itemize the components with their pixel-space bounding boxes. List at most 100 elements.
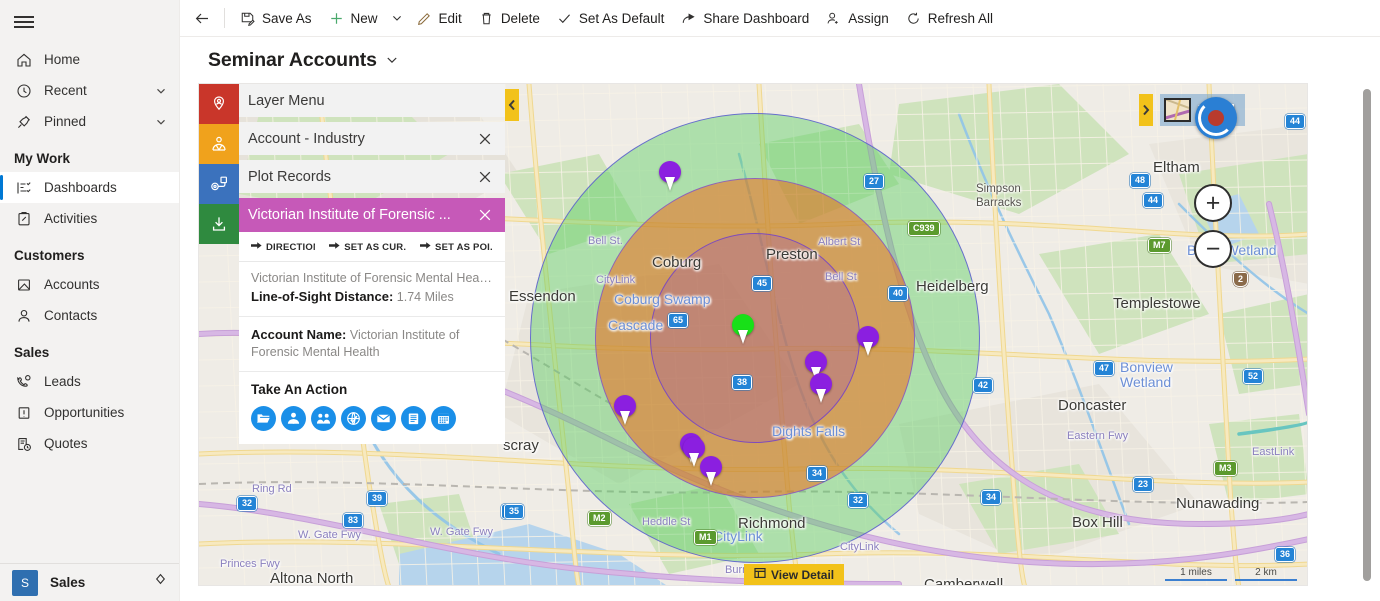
appointment-calendar-icon[interactable] xyxy=(431,406,456,431)
chevron-down-icon[interactable] xyxy=(153,83,169,99)
set-as-current-action[interactable]: SET AS CUR... xyxy=(329,241,406,253)
open-folder-icon[interactable] xyxy=(251,406,276,431)
sidebar-item-opportunities[interactable]: Opportunities xyxy=(0,397,179,428)
share-dashboard-button[interactable]: Share Dashboard xyxy=(672,2,817,34)
route-shield: M2 xyxy=(588,511,611,526)
sidebar-item-leads[interactable]: Leads xyxy=(0,366,179,397)
route-shield: C939 xyxy=(908,221,940,236)
download-tool-button[interactable] xyxy=(199,204,239,244)
hamburger-menu-button[interactable] xyxy=(0,0,179,44)
route-shield: 42 xyxy=(973,378,994,393)
zoom-out-button[interactable]: − xyxy=(1194,230,1232,268)
map-pin[interactable] xyxy=(857,326,879,356)
sidebar-item-home[interactable]: Home xyxy=(0,44,179,75)
route-shield: 52 xyxy=(1243,369,1264,384)
refresh-all-button[interactable]: Refresh All xyxy=(897,2,1001,34)
layer-item-label: Account - Industry xyxy=(248,130,365,147)
command-bar: Save As New Edit Delete Set As Default S… xyxy=(180,0,1380,37)
arrow-right-icon xyxy=(329,241,340,253)
compass-icon[interactable] xyxy=(1195,97,1237,139)
scale-km: 2 km xyxy=(1235,567,1297,581)
add-account-icon[interactable] xyxy=(311,406,336,431)
app-root: Home Recent Pinned My Work Dashboards Ac… xyxy=(0,0,1380,601)
sidebar-item-quotes[interactable]: Quotes xyxy=(0,428,179,459)
route-shield: 45 xyxy=(752,276,773,291)
layer-item-plot-records[interactable]: Plot Records xyxy=(239,160,505,193)
close-icon[interactable] xyxy=(475,167,495,187)
home-icon xyxy=(13,51,35,69)
scrollbar-thumb[interactable] xyxy=(1363,89,1371,581)
nav-group-my-work-title: My Work xyxy=(14,151,71,166)
route-tool-button[interactable] xyxy=(199,164,239,204)
map-scale-bar: 1 miles 2 km xyxy=(1165,567,1297,581)
layer-panel-collapse-button[interactable] xyxy=(505,89,519,121)
zoom-in-button[interactable]: + xyxy=(1194,184,1232,222)
map-pin[interactable] xyxy=(659,161,681,191)
delete-button[interactable]: Delete xyxy=(470,2,548,34)
line-of-sight-distance-value: 1.74 Miles xyxy=(396,290,454,304)
pin-drop-tool-button[interactable] xyxy=(199,84,239,124)
set-as-default-button[interactable]: Set As Default xyxy=(548,2,673,34)
sidebar-item-pinned[interactable]: Pinned xyxy=(0,106,179,137)
dashboard-vertical-scrollbar[interactable] xyxy=(1363,89,1371,581)
layer-item-account-industry[interactable]: Account - Industry xyxy=(239,122,505,155)
edit-label: Edit xyxy=(438,10,462,26)
new-label: New xyxy=(350,10,378,26)
map-pin[interactable] xyxy=(732,314,754,344)
main-content: Save As New Edit Delete Set As Default S… xyxy=(180,0,1380,601)
view-detail-label: View Detail xyxy=(771,567,835,582)
opportunity-globe-icon[interactable] xyxy=(341,406,366,431)
app-switcher[interactable]: S Sales xyxy=(0,563,179,601)
bing-map[interactable]: ElthamSimpsonBarracksBob's WetlandTemple… xyxy=(199,84,1307,585)
route-shield: 32 xyxy=(237,496,258,511)
quotes-icon xyxy=(13,435,35,453)
assign-button[interactable]: Assign xyxy=(817,2,897,34)
set-as-point-action-label: SET AS POI... xyxy=(435,241,493,253)
route-shield: 36 xyxy=(1275,547,1296,562)
map-panel-expand-button[interactable] xyxy=(1139,94,1153,126)
pin-icon xyxy=(13,113,35,131)
sidebar-item-label: Activities xyxy=(44,211,98,226)
pin-tail xyxy=(738,330,748,344)
close-icon[interactable] xyxy=(475,129,495,149)
sidebar-item-label: Dashboards xyxy=(44,180,117,195)
set-as-point-action[interactable]: SET AS POI... xyxy=(420,241,493,253)
map-pin[interactable] xyxy=(810,373,832,403)
map-pin[interactable] xyxy=(614,395,636,425)
scale-km-label: 2 km xyxy=(1255,567,1277,578)
back-button[interactable] xyxy=(186,2,218,34)
email-icon[interactable] xyxy=(371,406,396,431)
selected-record-header[interactable]: Victorian Institute of Forensic ... xyxy=(239,198,505,232)
sidebar-item-accounts[interactable]: Accounts xyxy=(0,269,179,300)
new-dropdown-caret[interactable] xyxy=(386,2,408,34)
record-subtitle: Victorian Institute of Forensic Mental H… xyxy=(251,271,493,285)
app-switcher-chevron-icon[interactable] xyxy=(154,573,167,593)
sidebar-item-activities[interactable]: Activities xyxy=(0,203,179,234)
map-pin[interactable] xyxy=(700,456,722,486)
chevron-down-icon[interactable] xyxy=(153,114,169,130)
edit-button[interactable]: Edit xyxy=(408,2,470,34)
sidebar-item-label: Home xyxy=(44,52,81,67)
view-detail-button[interactable]: View Detail xyxy=(744,564,845,585)
page-title-chevron-down-icon[interactable] xyxy=(385,53,399,67)
territory-tool-button[interactable] xyxy=(199,124,239,164)
sidebar-item-recent[interactable]: Recent xyxy=(0,75,179,106)
save-as-button[interactable]: Save As xyxy=(231,2,320,34)
site-map-navigation: Home Recent Pinned My Work Dashboards Ac… xyxy=(0,0,180,601)
task-clipboard-icon[interactable] xyxy=(401,406,426,431)
sidebar-item-contacts[interactable]: Contacts xyxy=(0,300,179,331)
close-icon[interactable] xyxy=(475,205,495,225)
layer-menu-title: Layer Menu xyxy=(248,92,325,109)
save-as-icon xyxy=(239,10,256,27)
add-contact-icon[interactable] xyxy=(281,406,306,431)
pin-tail xyxy=(863,342,873,356)
route-shield: 39 xyxy=(367,491,388,506)
layer-item-label: Plot Records xyxy=(248,168,332,185)
direction-action-label: DIRECTION xyxy=(266,241,316,253)
direction-action[interactable]: DIRECTION xyxy=(251,241,315,253)
new-button[interactable]: New xyxy=(320,2,386,34)
layer-menu-header[interactable]: Layer Menu xyxy=(239,84,505,117)
route-shield: 23 xyxy=(1133,477,1154,492)
sidebar-item-dashboards[interactable]: Dashboards xyxy=(0,172,179,203)
